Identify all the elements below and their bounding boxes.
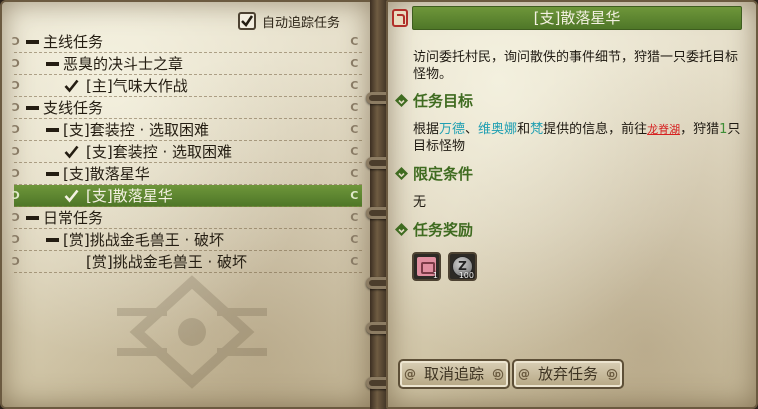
auto-track-checkbox[interactable] bbox=[238, 12, 256, 30]
leaf-bullet-icon bbox=[395, 223, 408, 236]
quest-list-item[interactable]: Ͻ [支]套装控 · 选取困难 Ͻ bbox=[12, 119, 362, 141]
npc-name: 维奥娜 bbox=[478, 122, 518, 137]
swirl-ornament-icon: @ bbox=[404, 367, 416, 381]
quest-list-label: [支]套装控 · 选取困难 bbox=[63, 121, 210, 139]
quest-list-item[interactable]: Ͻ [主]气味大作战 Ͻ bbox=[12, 75, 362, 97]
quest-list-item[interactable]: Ͻ 支线任务 Ͻ bbox=[12, 97, 362, 119]
hook-ornament-icon: Ͻ bbox=[12, 233, 20, 246]
quest-list-page: 自动追踪任务 Ͻ 主线任务 Ͻ Ͻ 恶臭的决斗士之章 Ͻ Ͻ [主]气味大作战 Ͻ Ͻ 支线任务 Ͻ Ͻ… bbox=[0, 0, 372, 409]
quest-list-item[interactable]: Ͻ 日常任务 Ͻ bbox=[12, 207, 362, 229]
condition-text: 无 bbox=[413, 195, 427, 210]
quest-list-label: [赏]挑战金毛兽王 · 破坏 bbox=[86, 253, 248, 271]
quest-list-item[interactable]: Ͻ [支]套装控 · 选取困难 Ͻ bbox=[12, 141, 362, 163]
quest-list-item[interactable]: Ͻ [支]散落星华 Ͻ bbox=[12, 185, 362, 207]
checkmark-icon bbox=[241, 15, 254, 27]
cancel-tracking-button[interactable]: @ 取消追踪 @ bbox=[398, 359, 510, 389]
auto-track-label: 自动追踪任务 bbox=[262, 15, 341, 31]
quest-list-item[interactable]: Ͻ [支]散落星华 Ͻ bbox=[12, 163, 362, 185]
quest-list-item[interactable]: Ͻ [赏]挑战金毛兽王 · 破坏 Ͻ bbox=[12, 229, 362, 251]
hook-ornament-icon: Ͻ bbox=[350, 255, 358, 268]
quest-title: [支]散落星华 bbox=[412, 6, 742, 30]
leaf-bullet-icon bbox=[395, 94, 408, 107]
collapse-dash-icon bbox=[26, 105, 39, 110]
quest-list-label: [主]气味大作战 bbox=[86, 77, 188, 95]
collapse-dash-icon bbox=[26, 215, 39, 220]
npc-name: 梵 bbox=[530, 122, 544, 137]
hook-ornament-icon: Ͻ bbox=[12, 167, 20, 180]
collapse-dash-icon bbox=[46, 237, 59, 242]
tracked-check-icon bbox=[64, 79, 80, 93]
hook-ornament-icon: Ͻ bbox=[350, 189, 358, 202]
location-link[interactable]: 龙脊湖 bbox=[647, 123, 680, 136]
swirl-ornament-icon: @ bbox=[492, 367, 504, 381]
quest-list-item[interactable]: Ͻ 恶臭的决斗士之章 Ͻ bbox=[12, 53, 362, 75]
quest-list-label: 支线任务 bbox=[43, 99, 104, 117]
quest-list-item[interactable]: Ͻ [赏]挑战金毛兽王 · 破坏 Ͻ bbox=[12, 251, 362, 273]
hook-ornament-icon: Ͻ bbox=[12, 35, 20, 48]
hook-ornament-icon: Ͻ bbox=[12, 79, 20, 92]
auto-track-toggle[interactable]: 自动追踪任务 bbox=[238, 10, 340, 32]
quest-list-label: [支]散落星华 bbox=[86, 187, 173, 205]
quest-list-label: 主线任务 bbox=[43, 33, 104, 51]
condition-heading: 限定条件 bbox=[394, 163, 473, 184]
hook-ornament-icon: Ͻ bbox=[350, 101, 358, 114]
collapse-dash-icon bbox=[46, 127, 59, 132]
leaf-bullet-icon bbox=[395, 167, 408, 180]
hook-ornament-icon: Ͻ bbox=[350, 35, 358, 48]
hook-ornament-icon: Ͻ bbox=[12, 211, 20, 224]
reward-heading: 任务奖励 bbox=[394, 219, 473, 240]
corner-ornament-icon bbox=[392, 9, 408, 27]
collapse-dash-icon bbox=[26, 39, 39, 44]
hook-ornament-icon: Ͻ bbox=[350, 57, 358, 70]
quest-list-label: 日常任务 bbox=[43, 209, 104, 227]
quest-list-label: [赏]挑战金毛兽王 · 破坏 bbox=[63, 231, 225, 249]
hook-ornament-icon: Ͻ bbox=[12, 189, 20, 202]
hook-ornament-icon: Ͻ bbox=[12, 57, 20, 70]
tracked-check-icon bbox=[64, 189, 80, 203]
objective-text: 根据万德、维奥娜和梵提供的信息，前往龙脊湖，狩猎1只目标怪物 bbox=[413, 122, 741, 154]
reward-item[interactable]: Z 100 bbox=[448, 252, 477, 281]
reward-item[interactable]: 1 bbox=[412, 252, 441, 281]
hook-ornament-icon: Ͻ bbox=[350, 123, 358, 136]
collapse-dash-icon bbox=[46, 61, 59, 66]
quest-description: 访问委托村民，询问散佚的事件细节，狩猎一只委托目标怪物。 bbox=[413, 50, 739, 82]
quest-list-label: [支]散落星华 bbox=[63, 165, 150, 183]
hook-ornament-icon: Ͻ bbox=[12, 255, 20, 268]
hook-ornament-icon: Ͻ bbox=[12, 101, 20, 114]
quest-list-label: 恶臭的决斗士之章 bbox=[63, 55, 184, 73]
swirl-ornament-icon: @ bbox=[606, 367, 618, 381]
quest-tree: Ͻ 主线任务 Ͻ Ͻ 恶臭的决斗士之章 Ͻ Ͻ [主]气味大作战 Ͻ Ͻ 支线任务 Ͻ Ͻ [支]套装控 … bbox=[12, 31, 362, 273]
quest-list-item[interactable]: Ͻ 主线任务 Ͻ bbox=[12, 31, 362, 53]
hook-ornament-icon: Ͻ bbox=[350, 79, 358, 92]
abandon-quest-button[interactable]: @ 放弃任务 @ bbox=[512, 359, 624, 389]
npc-name: 万德 bbox=[439, 122, 466, 137]
tracked-check-icon bbox=[64, 145, 80, 159]
objective-heading: 任务目标 bbox=[394, 90, 473, 111]
guild-emblem-watermark bbox=[117, 275, 267, 389]
hook-ornament-icon: Ͻ bbox=[350, 233, 358, 246]
hook-ornament-icon: Ͻ bbox=[350, 167, 358, 180]
hook-ornament-icon: Ͻ bbox=[350, 211, 358, 224]
swirl-ornament-icon: @ bbox=[518, 367, 530, 381]
hook-ornament-icon: Ͻ bbox=[12, 145, 20, 158]
collapse-dash-icon bbox=[46, 171, 59, 176]
hook-ornament-icon: Ͻ bbox=[12, 123, 20, 136]
quest-list-label: [支]套装控 · 选取困难 bbox=[86, 143, 233, 161]
hook-ornament-icon: Ͻ bbox=[350, 145, 358, 158]
